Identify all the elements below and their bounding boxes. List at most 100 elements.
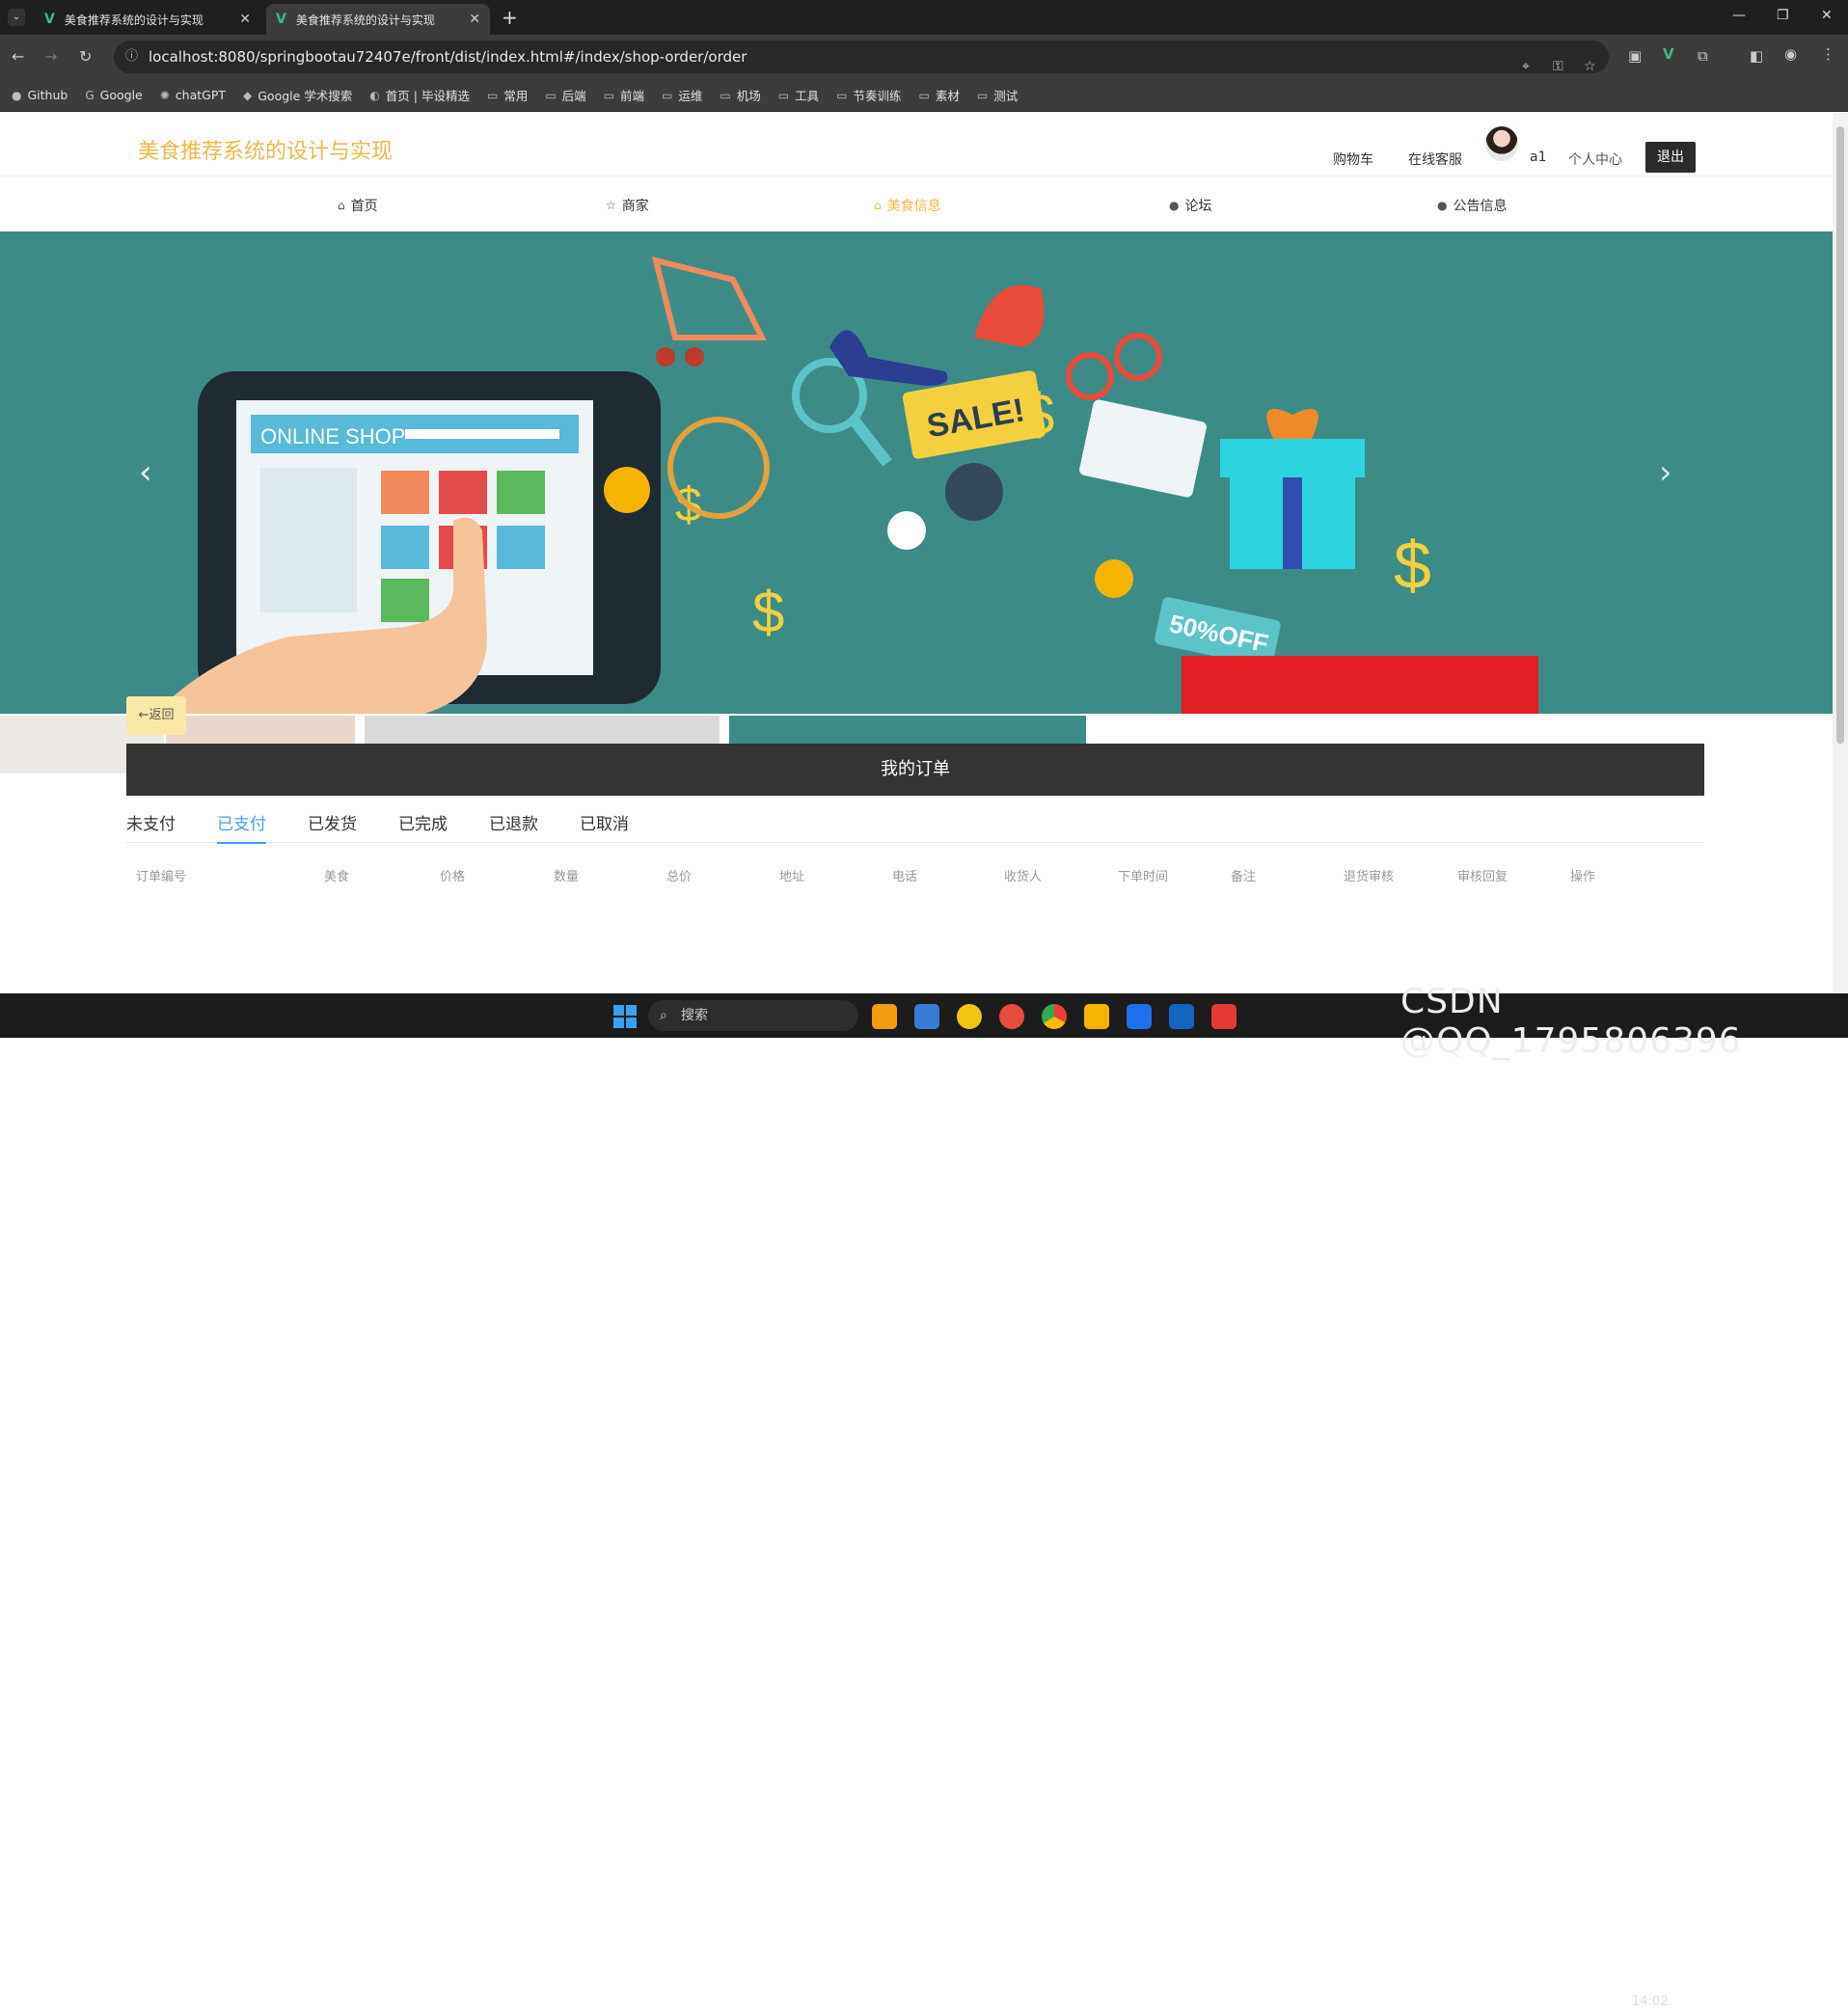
app-search-icon[interactable] [872,1004,897,1029]
column-header: 电话 [892,870,918,884]
bookmark-bishe[interactable]: ◐ 首页 | 毕设精选 [369,86,470,104]
avatar[interactable] [1485,126,1518,161]
folder-icon: ▭ [836,88,848,102]
column-header: 总价 [666,870,693,884]
bag-icon: ⌂ [874,199,882,212]
column-header: 收货人 [1004,870,1043,884]
folder-icon: ▭ [545,88,557,102]
bookmark-folder[interactable]: ▭ 测试 [977,86,1018,104]
sidepanel-icon[interactable]: ◧ [1750,47,1763,65]
username: a1 [1530,149,1547,165]
close-icon[interactable]: ✕ [469,12,480,27]
nav-food-info[interactable]: ⌂ 美食信息 [874,196,941,215]
app-photos-icon[interactable] [914,1004,939,1029]
address-bar[interactable]: ⓘ localhost:8080/springbootau72407e/fron… [114,41,1609,74]
column-header: 退货审核 [1344,870,1395,884]
scholar-icon: ◆ [243,88,253,102]
nav-merchant[interactable]: ☆ 商家 [606,196,649,215]
new-tab-icon[interactable]: + [502,6,518,29]
app-pet-icon[interactable] [957,1004,982,1029]
user-center-link[interactable]: 个人中心 [1568,149,1622,169]
chatgpt-icon: ✺ [159,88,170,102]
browser-tab-1[interactable]: V 美食推荐系统的设计与实现 ✕ [35,4,260,35]
bookmark-google[interactable]: G Google [85,88,142,102]
app-p-icon[interactable] [1169,1004,1194,1029]
vue-devtools-icon[interactable]: V [1663,45,1674,63]
bookmark-folder[interactable]: ▭ 素材 [918,86,959,104]
key-icon[interactable]: ⚿ [1553,50,1563,83]
url-text: localhost:8080/springbootau72407e/front/… [149,48,747,66]
qq-icon[interactable] [1211,1004,1237,1029]
bookmark-folder[interactable]: ▭ 工具 [778,86,819,104]
tab-title: 美食推荐系统的设计与实现 [295,13,435,27]
nav-notice[interactable]: ● 公告信息 [1437,196,1507,215]
menu-icon[interactable]: ⋮ [1821,45,1835,63]
windows-start-icon[interactable] [613,1005,637,1028]
csdn-watermark: CSDN @QQ_1795806396 [1400,982,1742,1061]
logout-button[interactable]: 退出 [1645,142,1696,173]
bookmark-folder[interactable]: ▭ 运维 [662,86,702,104]
back-icon[interactable]: ← [12,47,24,66]
dollar-icon: $ [752,580,784,644]
tab-completed[interactable]: 已完成 [398,810,448,834]
restore-icon[interactable]: ❐ [1777,8,1789,23]
window-close-icon[interactable]: ✕ [1821,8,1833,23]
bookmark-folder[interactable]: ▭ 节奏训练 [836,86,901,104]
bishe-icon: ◐ [369,88,380,102]
bookmark-folder[interactable]: ▭ 机场 [720,86,760,104]
tab-unpaid[interactable]: 未支付 [126,810,176,834]
reload-icon[interactable]: ↻ [79,47,92,66]
bookmarks-bar: ● Github G Google ✺ chatGPT ◆ Google 学术搜索 ◐ 首… [0,79,1848,112]
folder-icon: ▭ [662,88,673,102]
tab-paid[interactable]: 已支付 [217,810,266,844]
folder-icon: ▭ [720,88,731,102]
nav-forum[interactable]: ● 论坛 [1169,196,1211,215]
bookmark-github[interactable]: ● Github [12,88,68,102]
puzzle-icon[interactable]: ⧉ [1698,47,1708,65]
cart-link[interactable]: 购物车 [1333,149,1373,169]
bookmark-star-icon[interactable]: ☆ [1584,50,1596,83]
column-header: 美食 [324,870,350,884]
folder-icon: ▭ [603,88,615,102]
extension-icon[interactable]: ▣ [1628,47,1642,65]
banner-illustration: ONLINE SHOP $ $ $ $ [154,256,1538,714]
tab-shipped[interactable]: 已发货 [308,810,357,834]
app-snail-icon[interactable] [999,1004,1024,1029]
carousel-next-icon[interactable]: › [1659,453,1672,492]
forward-icon[interactable]: → [44,47,57,66]
banner-carousel[interactable]: ONLINE SHOP $ $ $ $ [0,231,1833,714]
close-icon[interactable]: ✕ [239,12,251,27]
back-button[interactable]: ←返回 [126,696,186,735]
tab-refunded[interactable]: 已退款 [489,810,538,834]
scrollbar-thumb[interactable] [1836,126,1844,744]
minimize-icon[interactable]: — [1732,8,1746,23]
tab-cancelled[interactable]: 已取消 [580,810,629,834]
bookmark-folder[interactable]: ▭ 后端 [545,86,585,104]
column-header: 备注 [1231,870,1257,884]
site-info-icon[interactable]: ⓘ [125,41,138,73]
vue-logo-icon: V [276,12,286,27]
page-scrollbar[interactable] [1833,113,1848,993]
tab-title: 美食推荐系统的设计与实现 [64,13,204,27]
browser-tabbar: ⌄ V 美食推荐系统的设计与实现 ✕ V 美食推荐系统的设计与实现 ✕ + — … [0,0,1848,35]
bookmark-scholar[interactable]: ◆ Google 学术搜索 [243,86,352,104]
file-explorer-icon[interactable] [1084,1004,1109,1029]
carousel-prev-icon[interactable]: ‹ [139,453,152,492]
taskbar-search[interactable]: ⌕ 搜索 [648,1000,858,1031]
nav-home[interactable]: ⌂ 首页 [338,196,378,215]
online-service-link[interactable]: 在线客服 [1408,149,1462,169]
folder-icon: ▭ [976,88,989,102]
bookmark-folder[interactable]: ▭ 常用 [487,86,528,104]
bookmark-chatgpt[interactable]: ✺ chatGPT [160,88,226,102]
browser-tab-2[interactable]: V 美食推荐系统的设计与实现 ✕ [266,4,490,35]
column-header: 审核回复 [1457,870,1508,884]
ide-icon[interactable] [1127,1004,1152,1029]
orders-title: 我的订单 [126,744,1704,796]
location-icon[interactable]: ⌖ [1522,50,1530,83]
orders-table-header: 订单编号 美食 价格 数量 总价 地址 电话 收货人 下单时间 备注 退货审核 … [126,866,1708,885]
tab-search-icon[interactable]: ⌄ [8,9,25,26]
profile-icon[interactable]: ◉ [1784,45,1797,63]
bookmark-folder[interactable]: ▭ 前端 [604,86,644,104]
site-title[interactable]: 美食推荐系统的设计与实现 [138,134,393,165]
chrome-icon[interactable] [1042,1004,1067,1029]
